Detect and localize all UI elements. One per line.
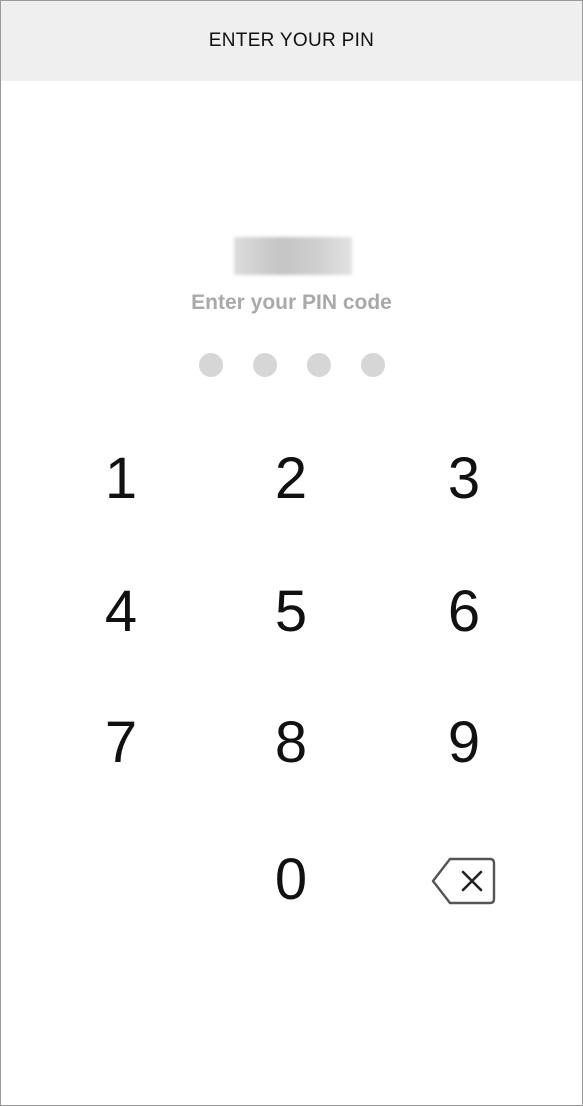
key-2[interactable]: 2 xyxy=(221,423,361,533)
key-4[interactable]: 4 xyxy=(51,556,191,666)
backspace-icon xyxy=(431,857,496,905)
key-8[interactable]: 8 xyxy=(221,687,361,797)
numeric-keypad: 1 2 3 4 5 6 7 8 9 0 xyxy=(1,1,582,1105)
pin-screen: ENTER YOUR PIN Enter your PIN code 1 2 3… xyxy=(0,0,583,1106)
key-1[interactable]: 1 xyxy=(51,423,191,533)
key-0[interactable]: 0 xyxy=(221,824,361,934)
key-6[interactable]: 6 xyxy=(394,556,534,666)
key-5[interactable]: 5 xyxy=(221,556,361,666)
key-9[interactable]: 9 xyxy=(394,687,534,797)
backspace-button[interactable] xyxy=(424,851,504,911)
key-3[interactable]: 3 xyxy=(394,423,534,533)
key-7[interactable]: 7 xyxy=(51,687,191,797)
